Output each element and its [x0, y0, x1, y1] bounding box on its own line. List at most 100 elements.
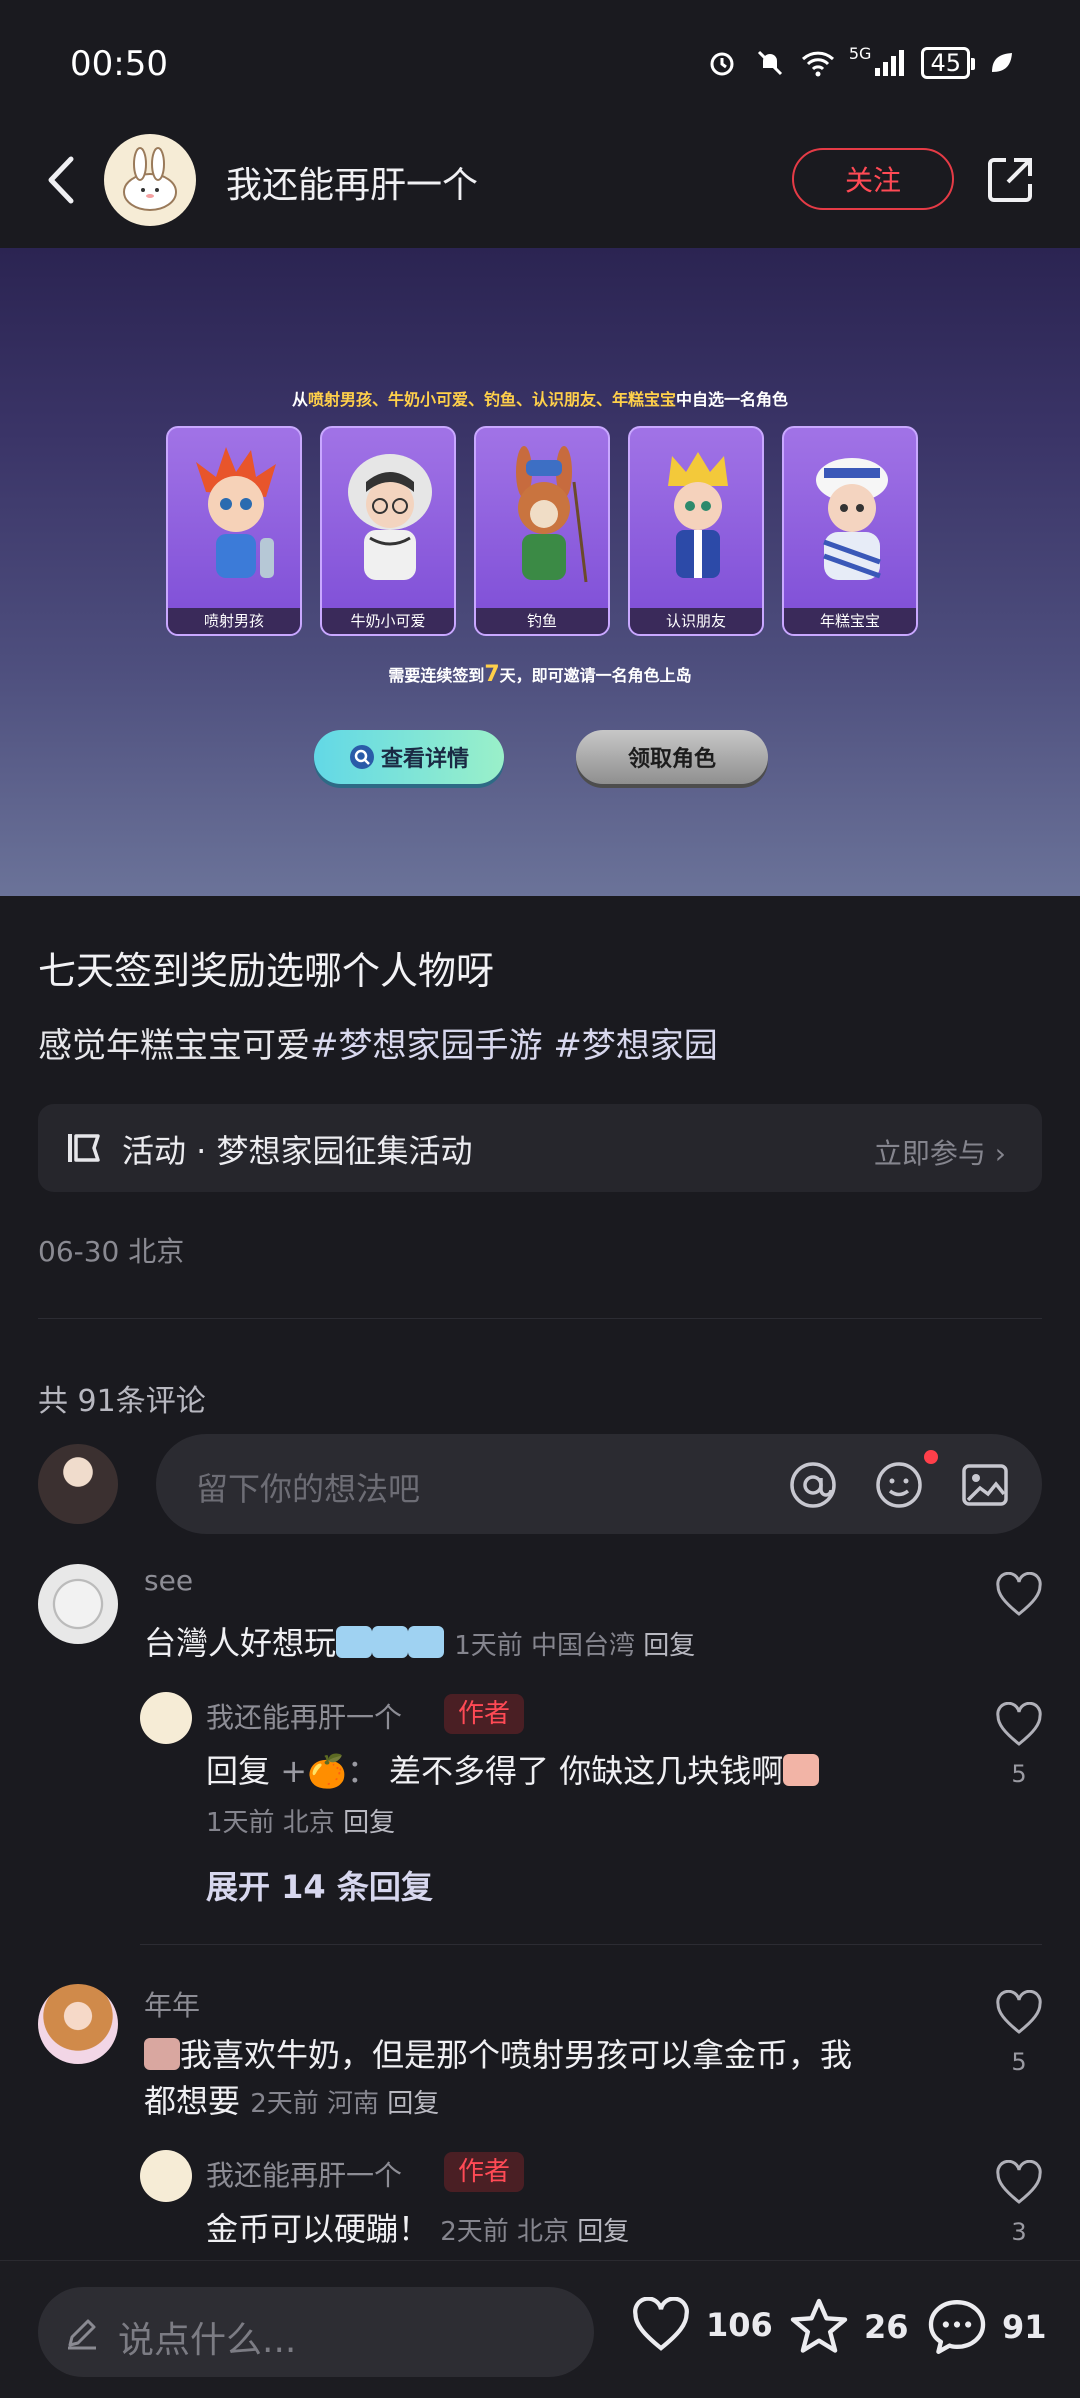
bottom-action-bar: 说点什么... 106 26 91 [0, 2260, 1080, 2398]
reply-target[interactable]: +🍊： [280, 1752, 379, 1790]
heart-icon[interactable] [994, 1702, 1044, 1748]
caption-prefix: 从 [291, 390, 308, 409]
post-text: 感觉年糕宝宝可爱#梦想家园手游 #梦想家园 [38, 1018, 718, 1067]
commenter-avatar[interactable] [38, 1984, 118, 2064]
heart-icon[interactable] [994, 1990, 1044, 2036]
heart-icon[interactable] [994, 2160, 1044, 2206]
divider [38, 1318, 1042, 1319]
comment-location: 中国台湾 [531, 1631, 636, 1661]
comment-button[interactable]: 91 [926, 2297, 1047, 2357]
comment-body-line1: 我喜欢牛奶，但是那个喷射男孩可以拿金币，我 [180, 2036, 853, 2074]
comment-time: 1天前 [454, 1631, 523, 1661]
reply-location: 北京 [282, 1808, 335, 1838]
character-name-1: 喷射男孩 [168, 608, 300, 634]
reply-meta: 2天前 北京 回复 [440, 2217, 629, 2247]
like-count: 5 [1011, 2048, 1027, 2076]
network-label: 5G [848, 43, 872, 63]
hashtag-link-1[interactable]: #梦想家园手游 [310, 1026, 543, 1066]
comment-bubble-icon [928, 2300, 986, 2354]
character-card-4: 认识朋友 [628, 426, 764, 636]
like-button[interactable]: 106 [630, 2297, 773, 2353]
heart-icon [633, 2297, 689, 2351]
hero-caption: 从喷射男孩、牛奶小可爱、钓鱼、认识朋友、年糕宝宝中自选一名角色 [0, 386, 1080, 410]
character-figure-3 [516, 446, 588, 583]
follow-button[interactable]: 关注 [792, 148, 954, 210]
post-image[interactable]: 从喷射男孩、牛奶小可爱、钓鱼、认识朋友、年糕宝宝中自选一名角色 喷射男孩 牛奶小… [0, 248, 1080, 896]
favorite-button[interactable]: 26 [788, 2297, 909, 2357]
star-icon [790, 2298, 848, 2353]
reply-location: 北京 [517, 2217, 570, 2247]
expand-replies-button[interactable]: 展开 14 条回复 [206, 1862, 433, 1908]
back-button[interactable] [30, 150, 90, 210]
hashtag-link-2[interactable]: #梦想家园 [553, 1026, 718, 1066]
say-something-input[interactable]: 说点什么... [38, 2287, 594, 2377]
caption-suffix: 中自选一名角色 [676, 390, 789, 409]
commenter-name[interactable]: 年年 [144, 1984, 200, 2024]
character-name-4: 认识朋友 [630, 608, 762, 634]
comment-text: 台灣人好想玩 1天前 中国台湾 回复 [144, 1620, 695, 1669]
reply-button[interactable]: 回复 [387, 2089, 439, 2119]
share-button[interactable] [980, 150, 1040, 210]
character-name-2: 牛奶小可爱 [322, 608, 454, 634]
status-icons: 5G 45 [705, 43, 1018, 80]
pencil-icon [68, 2319, 96, 2350]
author-badge: 作者 [444, 2152, 525, 2192]
join-activity-link[interactable]: 立即参与 › [874, 1132, 1006, 1172]
favorite-total: 26 [864, 2308, 909, 2346]
comment-count: 共 91条评论 [38, 1384, 206, 1419]
crying-emoji-icon [336, 1626, 373, 1658]
emoji-icon[interactable] [874, 1460, 924, 1510]
divider [140, 1944, 1042, 1945]
mention-icon[interactable] [788, 1460, 838, 1510]
my-avatar [38, 1444, 118, 1524]
reply-author-name[interactable]: 我还能再肝一个 [206, 1696, 402, 1736]
commenter-name[interactable]: see [144, 1564, 193, 1597]
sticker-emoji-icon [144, 2038, 180, 2070]
post-header: 我还能再肝一个 关注 [0, 120, 1080, 248]
reply-button[interactable]: 回复 [343, 1808, 395, 1838]
character-figure-5 [816, 458, 888, 580]
reply-body: 差不多得了 你缺这几块钱啊 [389, 1752, 784, 1790]
character-figure-1 [196, 447, 276, 578]
character-figure-4 [668, 452, 728, 578]
note-prefix: 需要连续签到 [388, 666, 485, 685]
character-card-5: 年糕宝宝 [782, 426, 918, 636]
note-suffix: 天，即可邀请一名角色上岛 [499, 666, 692, 685]
reply-author-avatar[interactable] [140, 2150, 192, 2202]
post-body: 感觉年糕宝宝可爱 [38, 1026, 310, 1066]
reply-author-name[interactable]: 我还能再肝一个 [206, 2154, 402, 2194]
view-details-label: 查看详情 [380, 747, 469, 772]
activity-icon [68, 1134, 100, 1162]
reply-author-avatar[interactable] [140, 1692, 192, 1744]
heart-icon[interactable] [994, 1572, 1044, 1618]
reply-time: 1天前 [206, 1808, 275, 1838]
view-details-button: 查看详情 [314, 730, 504, 784]
character-card-1: 喷射男孩 [166, 426, 302, 636]
share-icon [988, 158, 1032, 202]
image-icon[interactable] [960, 1460, 1010, 1510]
wifi-icon [801, 46, 835, 80]
character-card-3: 钓鱼 [474, 426, 610, 636]
reply-text: 回复 +🍊： 差不多得了 你缺这几块钱啊 [206, 1748, 820, 1794]
activity-banner[interactable]: 活动 · 梦想家园征集活动 立即参与 › [38, 1104, 1042, 1192]
signal-icon [873, 46, 907, 80]
comment-input[interactable]: 留下你的想法吧 [156, 1434, 1042, 1534]
reply-button[interactable]: 回复 [577, 2217, 629, 2247]
comment-body-line2: 都想要 [144, 2082, 241, 2120]
status-bar: 00:50 5G 45 [0, 0, 1080, 120]
commenter-avatar[interactable] [38, 1564, 118, 1644]
author-name[interactable]: 我还能再肝一个 [226, 156, 478, 208]
author-avatar[interactable] [104, 134, 196, 226]
like-count: 5 [1011, 1760, 1027, 1788]
mute-bell-icon [753, 46, 787, 80]
status-time: 00:50 [70, 44, 168, 84]
comment-text: 我喜欢牛奶，但是那个喷射男孩可以拿金币，我 都想要 2天前 河南 回复 [144, 2032, 944, 2127]
caption-names: 喷射男孩、牛奶小可爱、钓鱼、认识朋友、年糕宝宝 [307, 390, 676, 409]
comment-body: 台灣人好想玩 [144, 1624, 337, 1662]
comment-placeholder: 留下你的想法吧 [196, 1470, 421, 1508]
post-title: 七天签到奖励选哪个人物呀 [38, 949, 495, 993]
comment-meta: 2天前 河南 回复 [250, 2089, 439, 2119]
reply-button[interactable]: 回复 [643, 1631, 695, 1661]
character-card-2: 牛奶小可爱 [320, 426, 456, 636]
character-name-5: 年糕宝宝 [784, 608, 916, 634]
